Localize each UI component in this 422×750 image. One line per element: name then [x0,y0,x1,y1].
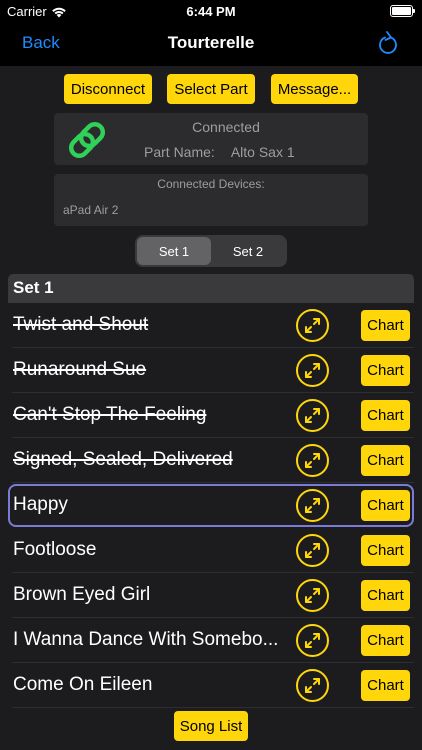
connected-devices-panel: Connected Devices: aPad Air 2 [54,174,368,226]
connection-status: Connected [192,119,260,135]
song-row[interactable]: I Wanna Dance With Somebo... Chart [8,618,414,663]
song-title: Footloose [13,539,97,560]
expand-button[interactable] [296,489,329,522]
song-row[interactable]: Signed, Sealed, Delivered Chart [8,438,414,483]
expand-arrows-icon [305,498,320,513]
expand-button[interactable] [296,624,329,657]
chart-button[interactable]: Chart [361,580,410,611]
expand-button[interactable] [296,399,329,432]
refresh-icon [379,31,397,54]
expand-arrows-icon [305,633,320,648]
battery-icon [390,5,415,17]
expand-arrows-icon [305,678,320,693]
song-list-button[interactable]: Song List [174,711,248,741]
expand-button[interactable] [296,579,329,612]
expand-button[interactable] [296,354,329,387]
song-row[interactable]: Runaround Sue Chart [8,348,414,393]
chart-button[interactable]: Chart [361,355,410,386]
expand-button[interactable] [296,534,329,567]
chart-button[interactable]: Chart [361,400,410,431]
song-title: I Wanna Dance With Somebo... [13,629,279,650]
expand-arrows-icon [305,318,320,333]
song-row-selected[interactable]: Happy Chart [8,483,414,528]
song-row[interactable]: Come On Eileen Chart [8,663,414,708]
message-button[interactable]: Message... [271,74,358,104]
song-title: Signed, Sealed, Delivered [13,449,233,470]
status-time: 6:44 PM [186,4,236,19]
connected-devices-title: Connected Devices: [157,177,265,191]
expand-arrows-icon [305,408,320,423]
set-segmented-control: Set 1 Set 2 [135,235,287,267]
refresh-button[interactable] [376,29,400,57]
song-row[interactable]: Footloose Chart [8,528,414,573]
expand-arrows-icon [305,543,320,558]
chart-button[interactable]: Chart [361,535,410,566]
chart-button[interactable]: Chart [361,670,410,701]
chart-button[interactable]: Chart [361,445,410,476]
song-title: Come On Eileen [13,674,153,695]
tab-set-1[interactable]: Set 1 [137,237,211,265]
expand-button[interactable] [296,444,329,477]
song-row[interactable]: Can't Stop The Feeling Chart [8,393,414,438]
part-name-value: Alto Sax 1 [230,144,295,160]
disconnect-button[interactable]: Disconnect [64,74,152,104]
status-bar: Carrier 6:44 PM [0,0,422,22]
song-list: Twist and Shout Chart Runaround Sue Char… [8,303,414,708]
song-row[interactable]: Twist and Shout Chart [8,303,414,348]
select-part-button[interactable]: Select Part [167,74,255,104]
navigation-bar: Back Tourterelle [0,22,422,66]
section-header: Set 1 [8,274,414,303]
song-row[interactable]: Brown Eyed Girl Chart [8,573,414,618]
part-name-row: Part Name: Alto Sax 1 [144,144,295,160]
tab-set-2[interactable]: Set 2 [211,237,285,265]
expand-arrows-icon [305,363,320,378]
chart-button[interactable]: Chart [361,625,410,656]
connection-panel: Connected Part Name: Alto Sax 1 [54,113,368,165]
battery-level [392,7,411,15]
expand-arrows-icon [305,453,320,468]
expand-button[interactable] [296,309,329,342]
song-title: Twist and Shout [13,314,149,335]
device-item: aPad Air 2 [63,203,119,217]
part-name-label: Part Name: [144,144,215,160]
song-title: Can't Stop The Feeling [13,404,207,425]
song-title: Happy [13,494,68,515]
chart-button[interactable]: Chart [361,310,410,341]
expand-button[interactable] [296,669,329,702]
expand-arrows-icon [305,588,320,603]
page-title: Tourterelle [167,33,255,52]
song-title: Runaround Sue [13,359,147,380]
song-title: Brown Eyed Girl [13,584,151,605]
chart-button[interactable]: Chart [361,490,410,521]
